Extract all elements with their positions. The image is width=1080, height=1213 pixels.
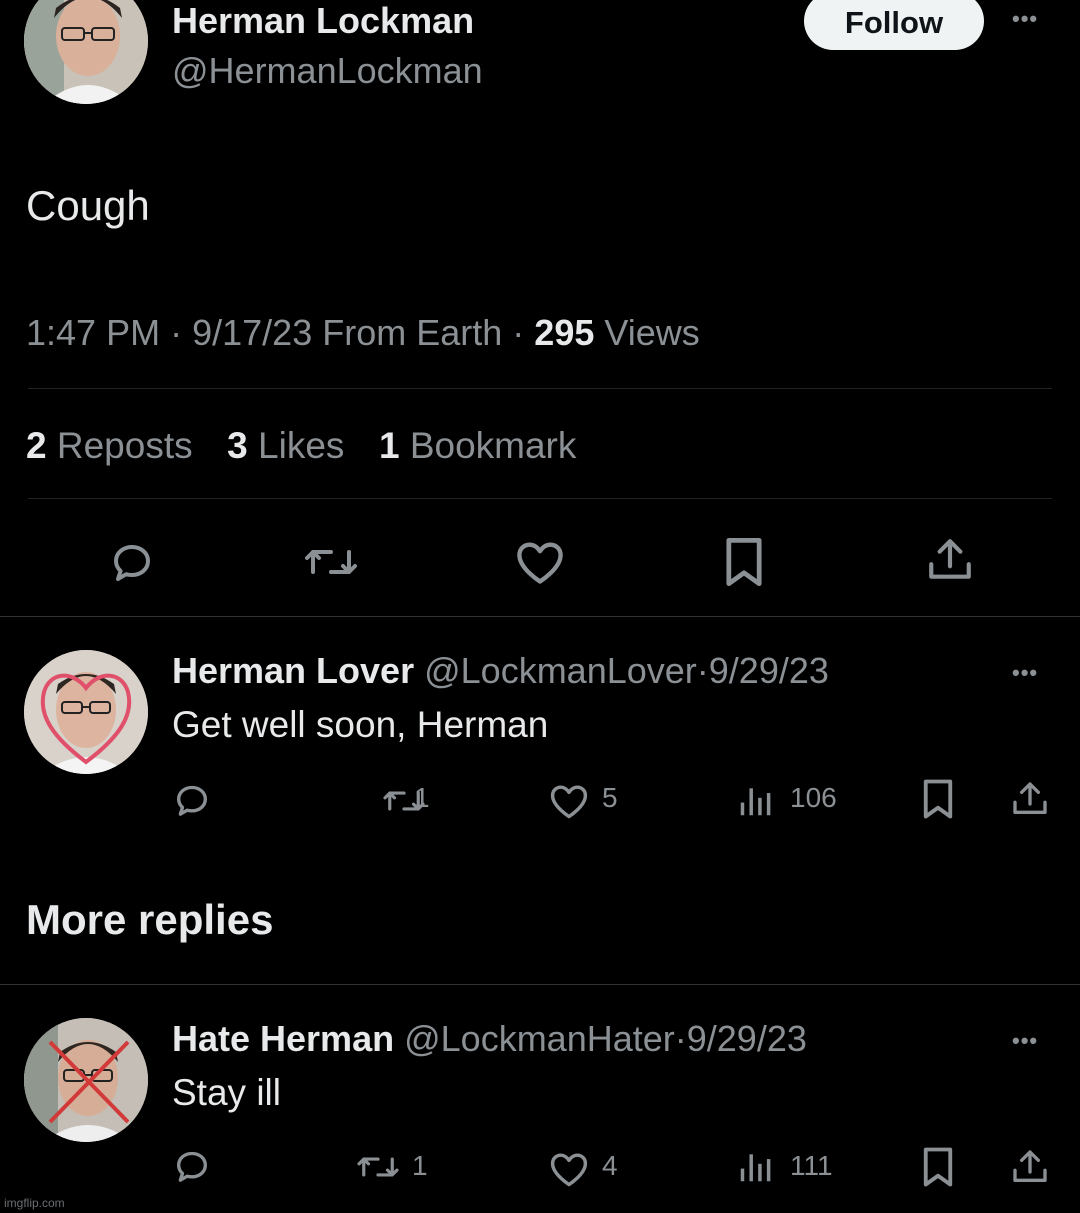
views-icon[interactable] <box>736 782 774 820</box>
bookmark-icon[interactable] <box>920 1146 956 1188</box>
reply-icon[interactable] <box>172 780 212 820</box>
views-count: 295 <box>534 312 595 353</box>
reply-icon[interactable] <box>108 538 156 586</box>
reposts-count: 2 <box>26 425 47 466</box>
likes-count: 3 <box>227 425 248 466</box>
reply-author-name[interactable]: Hate Herman <box>172 1018 394 1059</box>
reply-date: 9/29/23 <box>708 650 829 691</box>
reply-like-count: 4 <box>602 1150 618 1181</box>
share-icon[interactable] <box>925 534 975 586</box>
like-icon[interactable] <box>514 538 566 586</box>
like-icon[interactable] <box>548 782 590 820</box>
likes-label: Likes <box>258 425 345 466</box>
bookmarks-count: 1 <box>378 425 400 466</box>
more-replies-heading: More replies <box>26 896 274 943</box>
reposts-label: Reposts <box>56 425 193 466</box>
reply-avatar[interactable] <box>24 1018 148 1142</box>
tweet-meta: 1:47 PM · 9/17/23 From Earth · 295 Views <box>26 312 700 354</box>
tweet-text: Cough <box>26 182 150 229</box>
more-options-icon[interactable]: ••• <box>1012 6 1038 32</box>
author-name[interactable]: Herman Lockman <box>172 0 474 42</box>
repost-icon[interactable] <box>356 1148 400 1186</box>
meta-separator: · <box>170 312 183 353</box>
reply-repost-count: 1 <box>414 782 430 813</box>
reply-view-count: 111 <box>790 1150 833 1181</box>
more-options-icon[interactable]: ••• <box>1012 1028 1038 1054</box>
bookmark-icon[interactable] <box>920 778 956 820</box>
views-icon[interactable] <box>736 1148 774 1186</box>
watermark: imgflip.com <box>4 1196 65 1210</box>
reply-date: 9/29/23 <box>686 1018 807 1059</box>
tweet-date-source: 9/17/23 From Earth <box>192 312 503 353</box>
meta-separator: · <box>674 1018 687 1059</box>
divider <box>0 984 1080 985</box>
follow-button[interactable]: Follow <box>804 0 984 50</box>
likes-stat[interactable]: 3 Likes <box>227 425 344 466</box>
share-icon[interactable] <box>1010 778 1050 820</box>
divider <box>0 616 1080 617</box>
reply-avatar[interactable] <box>24 650 148 774</box>
tweet-time: 1:47 PM <box>26 312 161 353</box>
author-avatar[interactable] <box>24 0 148 104</box>
reply-author-handle[interactable]: @LockmanLover <box>424 650 697 691</box>
reposts-stat[interactable]: 2 Reposts <box>26 425 193 466</box>
reply-view-count: 106 <box>790 782 837 813</box>
reply-like-count: 5 <box>602 782 618 813</box>
reply-text: Stay ill <box>172 1072 281 1113</box>
divider <box>28 498 1052 499</box>
more-options-icon[interactable]: ••• <box>1012 660 1038 686</box>
like-icon[interactable] <box>548 1150 590 1188</box>
bookmarks-label: Bookmark <box>409 425 577 466</box>
reply-header: Hate Herman @LockmanHater·9/29/23 <box>172 1018 807 1060</box>
views-label: Views <box>604 312 700 353</box>
reply-author-name[interactable]: Herman Lover <box>172 650 414 691</box>
author-handle[interactable]: @HermanLockman <box>172 50 483 92</box>
reply-header: Herman Lover @LockmanLover·9/29/23 <box>172 650 829 692</box>
bookmark-icon[interactable] <box>722 536 766 588</box>
bookmarks-stat[interactable]: 1 Bookmark <box>379 425 576 466</box>
reply-author-handle[interactable]: @LockmanHater <box>404 1018 675 1059</box>
divider <box>28 388 1052 389</box>
reply-text: Get well soon, Herman <box>172 704 549 745</box>
reply-repost-count: 1 <box>412 1150 428 1181</box>
reply-icon[interactable] <box>172 1146 212 1186</box>
share-icon[interactable] <box>1010 1146 1050 1188</box>
meta-separator: · <box>696 650 709 691</box>
engagement-stats: 2 Reposts 3 Likes 1 Bookmark <box>26 425 576 467</box>
meta-separator: · <box>512 312 525 353</box>
repost-icon[interactable] <box>304 538 358 586</box>
